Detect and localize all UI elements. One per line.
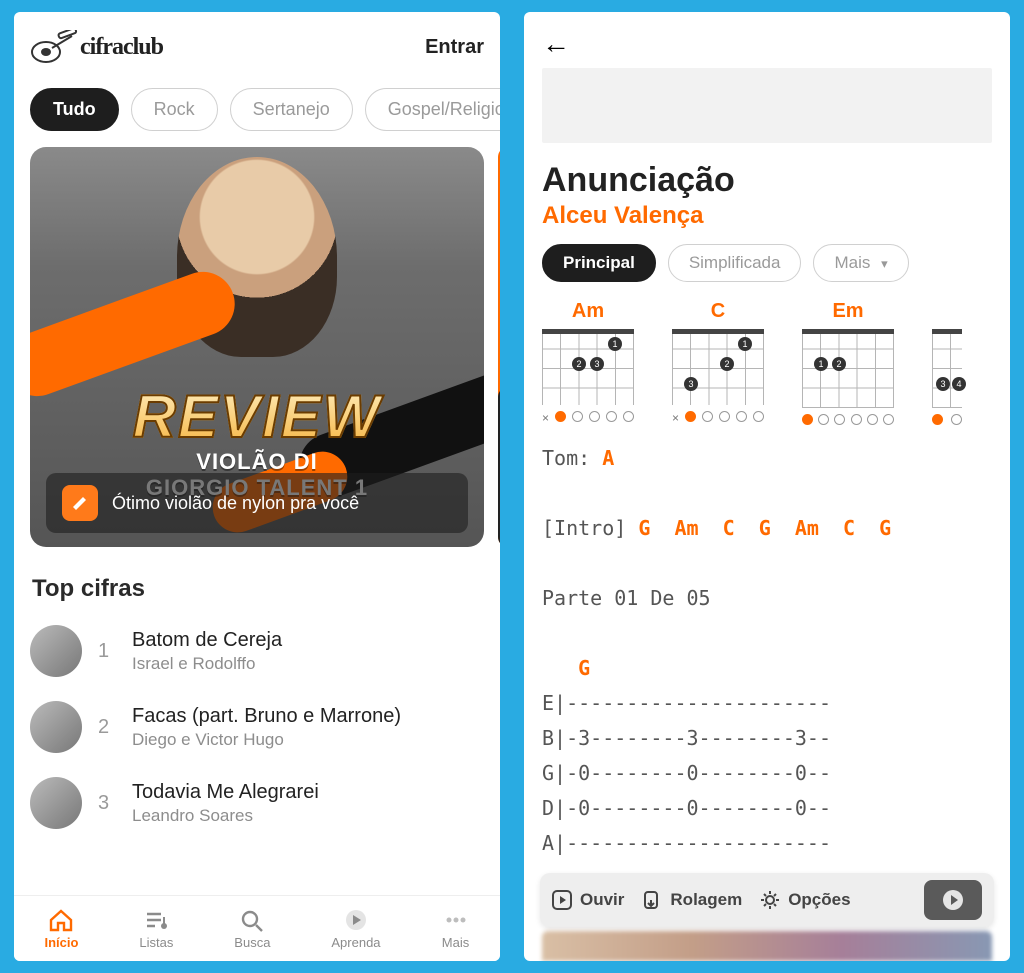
next-card-peek: [498, 387, 500, 547]
tab-more[interactable]: Mais ▾: [813, 244, 908, 282]
chip-rock[interactable]: Rock: [131, 88, 218, 131]
rank: 2: [98, 716, 116, 739]
song-screen: ← Anunciação Alceu Valença Principal Sim…: [524, 12, 1010, 961]
song-title: Batom de Cereja: [132, 629, 282, 652]
rank: 1: [98, 640, 116, 663]
scroll-icon: [642, 890, 662, 910]
avatar: [30, 777, 82, 829]
hero-caption: Ótimo violão de nylon pra você: [112, 493, 359, 514]
song-artist: Israel e Rodolffo: [132, 654, 282, 674]
hero-carousel[interactable]: REVIEW VIOLÃO DI GIORGIO TALENT 1 Ótimo …: [14, 147, 500, 547]
header: cifraclub Entrar: [14, 12, 500, 74]
avatar: [30, 625, 82, 677]
logo-text: cifraclub: [80, 34, 163, 61]
song-title: Facas (part. Bruno e Marrone): [132, 705, 401, 728]
hero-headline: REVIEW: [133, 382, 382, 451]
options-button[interactable]: Opções: [760, 890, 850, 910]
play-outline-icon: [552, 890, 572, 910]
back-button[interactable]: ←: [542, 28, 570, 60]
avatar: [30, 701, 82, 753]
floating-play-button[interactable]: [924, 880, 982, 920]
nav-learn[interactable]: Aprenda: [331, 907, 380, 950]
hero-caption-bar: Ótimo violão de nylon pra você: [46, 473, 468, 533]
tab-simplified[interactable]: Simplificada: [668, 244, 802, 282]
list-item[interactable]: 2 Facas (part. Bruno e Marrone) Diego e …: [30, 689, 484, 765]
nav-lists[interactable]: Listas: [139, 907, 173, 950]
chip-all[interactable]: Tudo: [30, 88, 119, 131]
guitar-icon: [30, 30, 78, 64]
tab-principal[interactable]: Principal: [542, 244, 656, 282]
ad-placeholder[interactable]: [542, 68, 992, 143]
list-item[interactable]: 1 Batom de Cereja Israel e Rodolffo: [30, 613, 484, 689]
genre-chips: Tudo Rock Sertanejo Gospel/Religioso: [14, 74, 500, 147]
top-list: 1 Batom de Cereja Israel e Rodolffo 2 Fa…: [14, 613, 500, 911]
header: ←: [524, 12, 1010, 68]
chip-sertanejo[interactable]: Sertanejo: [230, 88, 353, 131]
list-item[interactable]: 3 Todavia Me Alegrarei Leandro Soares: [30, 765, 484, 841]
chevron-down-icon: ▾: [881, 256, 888, 271]
hero-card[interactable]: REVIEW VIOLÃO DI GIORGIO TALENT 1 Ótimo …: [30, 147, 484, 547]
nav-home[interactable]: Início: [44, 907, 78, 950]
rank: 3: [98, 792, 116, 815]
chord-diagram[interactable]: Em 1 2: [802, 300, 894, 425]
guitar-small-icon: [62, 485, 98, 521]
action-bar: Ouvir Rolagem Opções: [540, 873, 994, 927]
app-logo[interactable]: cifraclub: [30, 30, 163, 64]
chord-diagram-partial[interactable]: 3 4: [932, 300, 962, 425]
more-icon: [442, 907, 470, 933]
artist-link[interactable]: Alceu Valença: [524, 200, 1010, 244]
page-title: Anunciação: [524, 151, 1010, 200]
song-artist: Leandro Soares: [132, 806, 319, 826]
chord-diagram[interactable]: Am 2 3 1 ×: [542, 300, 634, 425]
version-tabs: Principal Simplificada Mais ▾: [524, 244, 1010, 300]
bottom-banner-peek[interactable]: [542, 931, 992, 961]
login-button[interactable]: Entrar: [425, 36, 484, 59]
gear-icon: [760, 890, 780, 910]
nav-search[interactable]: Busca: [234, 907, 270, 950]
home-icon: [47, 907, 75, 933]
listen-button[interactable]: Ouvir: [552, 890, 624, 910]
lists-icon: [142, 907, 170, 933]
chord-diagram[interactable]: C 3 2 1 ×: [672, 300, 764, 425]
home-screen: cifraclub Entrar Tudo Rock Sertanejo Gos…: [14, 12, 500, 961]
section-title: Top cifras: [14, 547, 500, 613]
play-circle-icon: [942, 889, 964, 911]
song-title: Todavia Me Alegrarei: [132, 781, 319, 804]
search-icon: [238, 907, 266, 933]
nav-more[interactable]: Mais: [442, 907, 470, 950]
play-icon: [342, 907, 370, 933]
chip-gospel[interactable]: Gospel/Religioso: [365, 88, 500, 131]
bottom-nav: Início Listas Busca Aprenda Mais: [14, 895, 500, 961]
chord-diagrams[interactable]: Am 2 3 1 × C 3 2 1 × Em 1 2: [524, 300, 1010, 433]
song-artist: Diego e Victor Hugo: [132, 730, 401, 750]
scroll-button[interactable]: Rolagem: [642, 890, 742, 910]
